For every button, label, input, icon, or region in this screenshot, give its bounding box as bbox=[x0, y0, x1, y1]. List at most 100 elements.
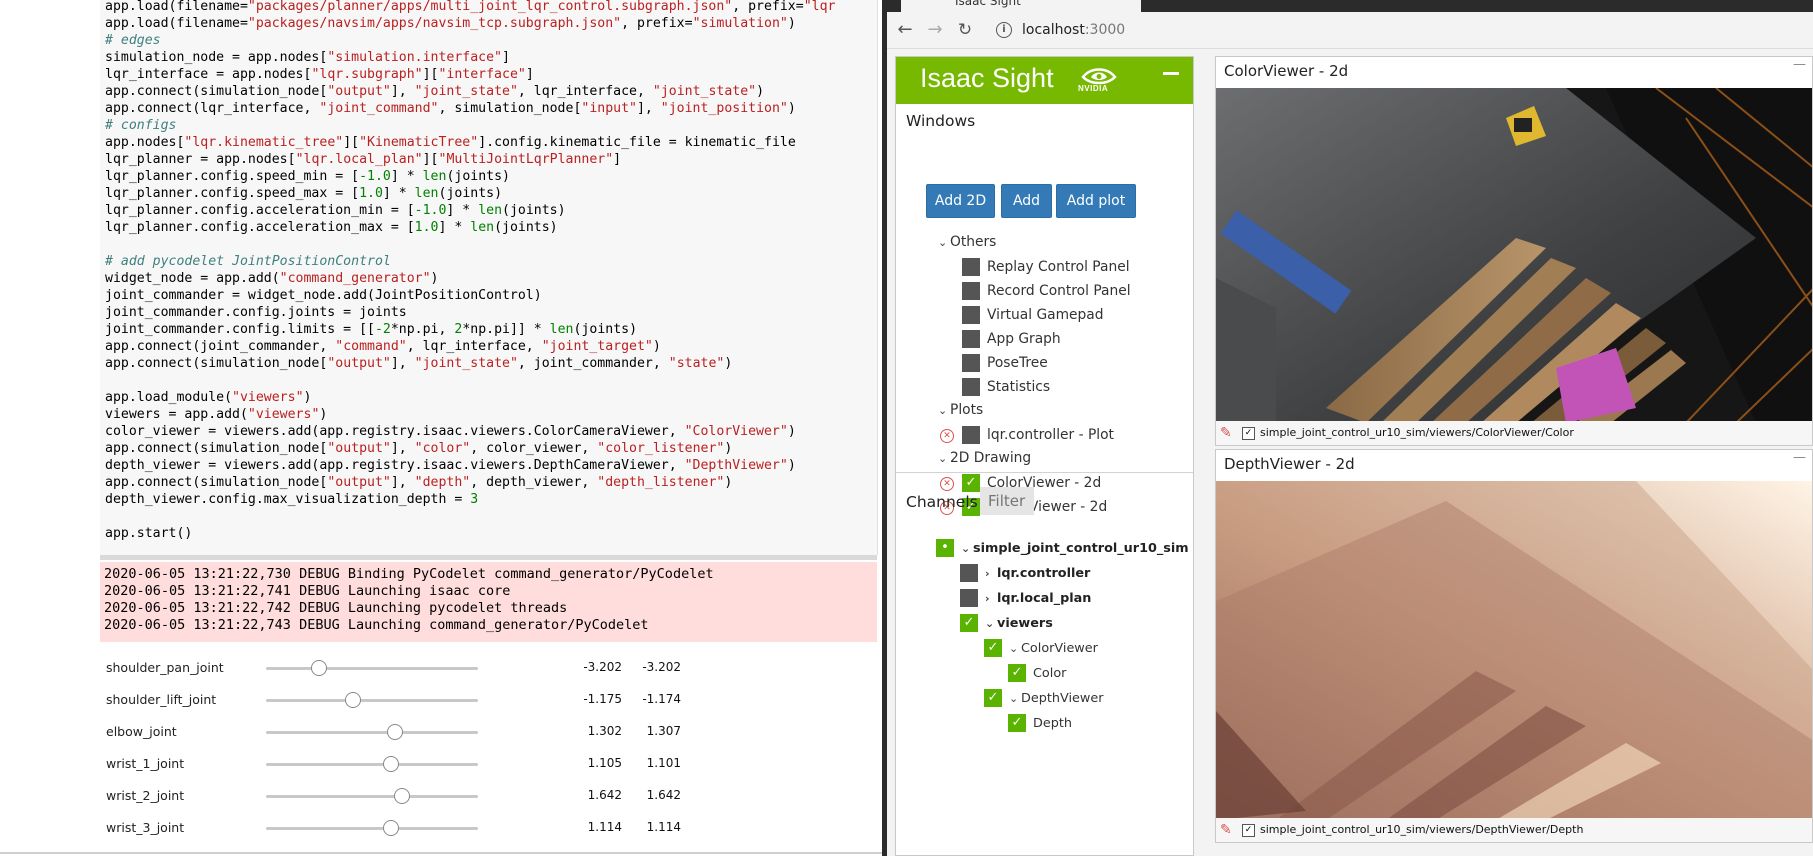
pencil-icon[interactable]: ✎ bbox=[1220, 822, 1236, 838]
channel-checkbox[interactable]: ✓ bbox=[1008, 664, 1026, 682]
channel-checkbox[interactable]: ✓ bbox=[1242, 427, 1255, 440]
channel-item[interactable]: ⌄ simple_joint_control_ur10_sim bbox=[961, 541, 1189, 556]
viewer-minimize-icon[interactable]: — bbox=[1793, 450, 1806, 465]
chevron-down-icon[interactable]: ⌄ bbox=[985, 617, 997, 630]
slider-track[interactable] bbox=[266, 724, 478, 740]
chevron-right-icon[interactable]: › bbox=[985, 567, 997, 580]
window-item[interactable]: PoseTree bbox=[987, 355, 1048, 371]
code-token: app.connect(simulation_node[ bbox=[105, 356, 328, 371]
windows-section: Windows Add 2D Add 3D Add plot ⌄ Others Repla… bbox=[896, 104, 1193, 516]
channel-item[interactable]: › lqr.controller bbox=[985, 566, 1090, 581]
slider-track[interactable] bbox=[266, 692, 478, 708]
window-checkbox[interactable] bbox=[962, 282, 980, 300]
code-line: app.nodes["lqr.kinematic_tree"]["Kinemat… bbox=[105, 134, 835, 151]
chevron-down-icon[interactable]: ⌄ bbox=[1009, 692, 1021, 705]
slider-thumb[interactable] bbox=[383, 756, 400, 772]
window-checkbox[interactable] bbox=[962, 258, 980, 276]
add-add-2d-button[interactable]: Add 2D bbox=[926, 184, 995, 218]
slider-thumb[interactable] bbox=[311, 660, 327, 676]
slider-thumb[interactable] bbox=[383, 820, 400, 836]
window-item[interactable]: Virtual Gamepad bbox=[987, 307, 1104, 323]
tree-group-others[interactable]: ⌄ Others bbox=[938, 234, 996, 250]
window-checkbox[interactable] bbox=[962, 306, 980, 324]
address-bar[interactable]: i localhost:3000 bbox=[996, 19, 1806, 41]
depth-camera-image[interactable] bbox=[1216, 481, 1813, 820]
channel-checkbox[interactable] bbox=[960, 564, 978, 582]
window-checkbox[interactable]: ✓ bbox=[962, 474, 980, 492]
window-checkbox[interactable] bbox=[962, 330, 980, 348]
info-icon[interactable]: i bbox=[996, 22, 1012, 38]
channel-checkbox[interactable]: ✓ bbox=[984, 689, 1002, 707]
minimize-button[interactable] bbox=[1163, 72, 1179, 75]
remove-icon[interactable]: ✕ bbox=[940, 429, 954, 443]
code-cell[interactable]: app.load(filename="packages/planner/apps… bbox=[100, 0, 878, 555]
slider-thumb[interactable] bbox=[393, 788, 410, 804]
tree-group-plots[interactable]: ⌄ Plots bbox=[938, 402, 983, 418]
chevron-down-icon[interactable]: ⌄ bbox=[961, 542, 973, 555]
color-camera-image[interactable] bbox=[1216, 88, 1813, 423]
code-token: "interface" bbox=[438, 67, 526, 82]
back-button[interactable]: ← bbox=[893, 18, 917, 42]
chevron-down-icon[interactable]: ⌄ bbox=[1009, 642, 1021, 655]
channel-item[interactable]: Depth bbox=[1033, 716, 1072, 731]
window-item[interactable]: Record Control Panel bbox=[987, 283, 1131, 299]
channel-checkbox[interactable] bbox=[960, 589, 978, 607]
slider-thumb[interactable] bbox=[387, 724, 404, 740]
window-item[interactable]: Replay Control Panel bbox=[987, 259, 1130, 275]
channel-item[interactable]: ⌄ DepthViewer bbox=[1009, 691, 1103, 706]
channel-item[interactable]: › lqr.local_plan bbox=[985, 591, 1091, 606]
chevron-down-icon: ⌄ bbox=[938, 404, 948, 417]
code-token: ) bbox=[303, 390, 312, 405]
arrow-left-icon: ← bbox=[897, 19, 913, 40]
pencil-icon[interactable]: ✎ bbox=[1220, 425, 1236, 441]
code-token: 1.0 bbox=[414, 220, 439, 235]
log-line: 2020-06-05 13:21:22,741 DEBUG Launching … bbox=[104, 583, 511, 599]
channel-checkbox[interactable]: • bbox=[936, 539, 954, 557]
code-line: viewers = app.add("viewers") bbox=[105, 406, 835, 423]
window-item[interactable]: App Graph bbox=[987, 331, 1061, 347]
channel-item[interactable]: Color bbox=[1033, 666, 1066, 681]
channel-checkbox[interactable]: ✓ bbox=[984, 639, 1002, 657]
code-token: len bbox=[422, 169, 447, 184]
code-token: ) bbox=[756, 84, 765, 99]
channel-checkbox[interactable]: ✓ bbox=[1008, 714, 1026, 732]
window-checkbox[interactable] bbox=[962, 354, 980, 372]
code-token: (joints) bbox=[502, 203, 566, 218]
tree-group-2d-drawing[interactable]: ⌄ 2D Drawing bbox=[938, 450, 1031, 466]
reload-button[interactable]: ↻ bbox=[953, 18, 977, 42]
window-checkbox[interactable] bbox=[962, 378, 980, 396]
channel-label: Depth bbox=[1033, 716, 1072, 731]
slider-track[interactable] bbox=[266, 756, 478, 772]
code-token: ) bbox=[724, 441, 733, 456]
slider-thumb[interactable] bbox=[344, 692, 361, 708]
code-token: (joints) bbox=[446, 169, 510, 184]
code-line: app.connect(simulation_node["output"], "… bbox=[105, 440, 835, 457]
slider-track[interactable] bbox=[266, 788, 478, 804]
slider-track[interactable] bbox=[266, 820, 478, 836]
window-checkbox[interactable] bbox=[962, 426, 980, 444]
window-item[interactable]: lqr.controller - Plot bbox=[987, 427, 1114, 443]
channel-checkbox[interactable]: ✓ bbox=[1242, 824, 1255, 837]
code-token: "KinematicTree" bbox=[359, 135, 479, 150]
code-token: ], bbox=[390, 475, 415, 490]
viewer-minimize-icon[interactable]: — bbox=[1793, 57, 1806, 72]
filter-input[interactable] bbox=[980, 487, 1034, 515]
code-token: app.connect(simulation_node[ bbox=[105, 84, 328, 99]
forward-button[interactable]: → bbox=[923, 18, 947, 42]
remove-icon[interactable]: ✕ bbox=[940, 477, 954, 491]
channel-item[interactable]: ⌄ viewers bbox=[985, 616, 1053, 631]
code-token: ) bbox=[430, 271, 439, 286]
chevron-right-icon[interactable]: › bbox=[985, 592, 997, 605]
channel-checkbox[interactable]: ✓ bbox=[960, 614, 978, 632]
slider-track[interactable] bbox=[266, 660, 478, 676]
window-item[interactable]: Statistics bbox=[987, 379, 1050, 395]
channel-item[interactable]: ⌄ ColorViewer bbox=[1009, 641, 1098, 656]
horizontal-scrollbar[interactable] bbox=[100, 555, 877, 560]
browser-tab[interactable]: Isaac Sight bbox=[901, 0, 1141, 12]
add-add-3d-button[interactable]: Add 3D bbox=[1001, 184, 1052, 241]
code-editor[interactable]: app.load(filename="packages/planner/apps… bbox=[105, 0, 835, 542]
code-token: lqr_planner.config.speed_max = [ bbox=[105, 186, 360, 201]
code-token: app.load(filename= bbox=[105, 0, 248, 14]
add-add-plot-button[interactable]: Add plot bbox=[1056, 184, 1136, 218]
code-token: *np.pi, bbox=[390, 322, 455, 337]
